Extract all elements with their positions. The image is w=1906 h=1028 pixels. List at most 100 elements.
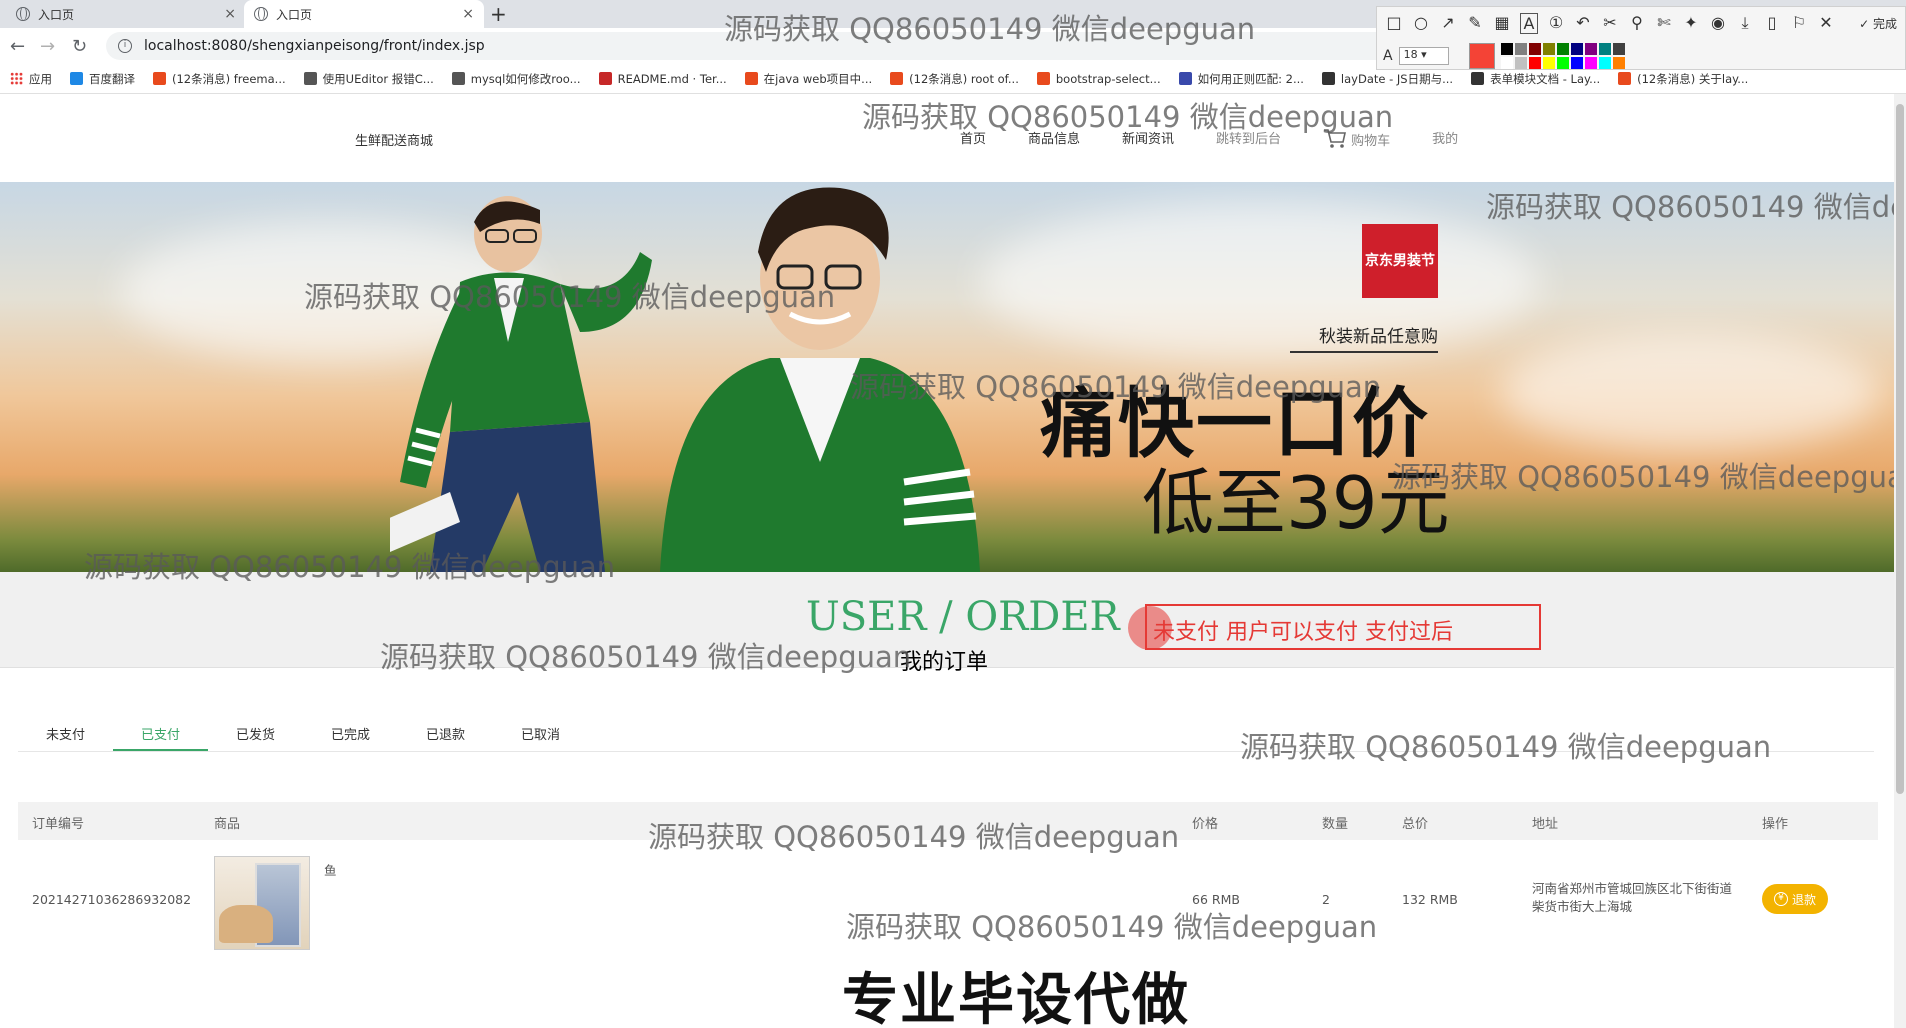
pin-icon[interactable]: ⚲ — [1628, 13, 1646, 34]
color-swatch[interactable] — [1542, 43, 1555, 55]
font-size-select[interactable]: 18 ▾ — [1398, 47, 1449, 65]
annotation-textbox[interactable]: 未支付 用户可以支付 支付过后 — [1145, 604, 1541, 650]
cart-icon — [1324, 129, 1347, 148]
color-swatch[interactable] — [1598, 57, 1611, 69]
current-color-swatch[interactable] — [1468, 43, 1495, 69]
tab-paid[interactable]: 已支付 — [113, 702, 208, 751]
order-qty: 2 — [1322, 892, 1330, 907]
bookmark-item[interactable]: (12条消息) 关于lay... — [1618, 71, 1748, 87]
nav-home[interactable]: 首页 — [960, 128, 986, 150]
bookmark-label: mysql如何修改roo... — [470, 71, 581, 86]
color-swatch[interactable] — [1514, 43, 1527, 55]
nav-products[interactable]: 商品信息 — [1028, 128, 1080, 150]
site-header: 生鲜配送商城 首页 商品信息 新闻资讯 跳转到后台 购物车 我的 — [0, 94, 1906, 182]
bookmark-item[interactable]: 在java web项目中... — [744, 71, 872, 87]
site-logo[interactable]: 生鲜配送商城 — [355, 130, 433, 149]
record-icon[interactable]: ◉ — [1709, 13, 1727, 34]
bookmark-item[interactable]: (12条消息) root of... — [890, 71, 1019, 87]
color-swatch[interactable] — [1612, 57, 1625, 69]
cancel-x-icon[interactable]: ✕ — [1817, 13, 1835, 34]
close-icon[interactable]: × — [224, 6, 236, 22]
color-swatch[interactable] — [1612, 43, 1625, 55]
favicon-icon — [1471, 72, 1485, 85]
bookmark-apps[interactable]: 应用 — [10, 71, 52, 87]
color-swatch[interactable] — [1584, 43, 1597, 55]
undo-icon[interactable]: ↶ — [1574, 13, 1592, 34]
color-swatch[interactable] — [1570, 43, 1583, 55]
done-button[interactable]: ✓ 完成 — [1859, 15, 1897, 32]
color-palette — [1500, 43, 1625, 69]
close-icon[interactable]: × — [462, 6, 474, 22]
reload-icon[interactable]: ↻ — [72, 36, 87, 57]
bookmark-item[interactable]: 百度翻译 — [70, 71, 135, 87]
product-image[interactable] — [214, 856, 310, 950]
nav-cart[interactable]: 购物车 — [1323, 128, 1390, 150]
ellipse-tool-icon[interactable]: ○ — [1412, 13, 1430, 34]
bookmark-item[interactable]: (12条消息) freema... — [153, 71, 286, 87]
bookmark-item[interactable]: mysql如何修改roo... — [451, 71, 581, 87]
bookmark-item[interactable]: bootstrap-select... — [1036, 71, 1161, 86]
color-swatch[interactable] — [1528, 43, 1541, 55]
color-swatch[interactable] — [1542, 57, 1555, 69]
banner-cloud — [980, 202, 1540, 362]
bookmark-item[interactable]: 使用UEditor 报错C... — [303, 71, 434, 87]
bookmark-item[interactable]: 表单模块文档 - Lay... — [1471, 71, 1600, 87]
section-title-band: USER / ORDER 我的订单 未支付 用户可以支付 支付过后 — [0, 572, 1906, 675]
phone-icon[interactable]: ▯ — [1763, 13, 1781, 34]
order-address: 河南省郑州市管城回族区北下街街道柴货市街大上海城 — [1532, 881, 1733, 914]
section-title-en: USER / ORDER — [806, 594, 1120, 640]
info-icon[interactable]: i — [118, 39, 132, 53]
color-swatch[interactable] — [1556, 43, 1569, 55]
tab-cancelled[interactable]: 已取消 — [493, 702, 588, 751]
color-swatch[interactable] — [1528, 57, 1541, 69]
forward-arrow-icon[interactable]: → — [40, 36, 55, 57]
order-status-tabs: 未支付 已支付 已发货 已完成 已退款 已取消 — [18, 702, 1874, 752]
color-swatch[interactable] — [1500, 43, 1513, 55]
browser-tab-active[interactable]: 入口页 × — [244, 0, 484, 28]
new-tab-button[interactable]: + — [490, 2, 507, 26]
tab-completed[interactable]: 已完成 — [303, 702, 398, 751]
back-arrow-icon[interactable]: ← — [10, 36, 25, 57]
crop-icon[interactable]: ✂ — [1601, 13, 1619, 34]
scissors-icon[interactable]: ✄ — [1655, 13, 1673, 34]
color-swatch[interactable] — [1556, 57, 1569, 69]
tab-shipped[interactable]: 已发货 — [208, 702, 303, 751]
color-swatch[interactable] — [1584, 57, 1597, 69]
favicon-icon — [890, 72, 904, 85]
download-icon[interactable]: ⤓ — [1736, 13, 1754, 34]
bookmark-label: bootstrap-select... — [1055, 71, 1161, 86]
tab-refunded[interactable]: 已退款 — [398, 702, 493, 751]
tab-unpaid[interactable]: 未支付 — [18, 702, 113, 751]
magic-icon[interactable]: ✦ — [1682, 13, 1700, 34]
text-tool-icon[interactable]: A — [1520, 13, 1538, 34]
arrow-tool-icon[interactable]: ↗ — [1439, 13, 1457, 34]
product-name[interactable]: 鱼 — [324, 860, 337, 879]
pen-tool-icon[interactable]: ✎ — [1466, 13, 1484, 34]
nav-news[interactable]: 新闻资讯 — [1122, 128, 1174, 150]
bookmark-icon[interactable]: ⚐ — [1790, 13, 1808, 34]
favicon-icon — [451, 72, 465, 85]
nav-admin[interactable]: 跳转到后台 — [1216, 128, 1281, 150]
promo-banner[interactable]: 京东男装节 秋装新品任意购 痛快一口价 低至39元 — [0, 182, 1906, 572]
bookmark-item[interactable]: layDate - JS日期与... — [1321, 71, 1453, 87]
font-size-icon: A — [1383, 48, 1393, 64]
page-scrollbar[interactable] — [1894, 94, 1906, 1028]
promo-caption: 专业毕设代做 — [842, 968, 1190, 1028]
color-swatch[interactable] — [1570, 57, 1583, 69]
color-swatch[interactable] — [1514, 57, 1527, 69]
bookmark-item[interactable]: 如何用正则匹配: 2... — [1178, 71, 1304, 87]
color-swatch[interactable] — [1500, 57, 1513, 69]
favicon-icon — [303, 72, 317, 85]
color-swatch[interactable] — [1598, 43, 1611, 55]
order-price: 66 RMB — [1192, 892, 1240, 907]
browser-tab[interactable]: 入口页 × — [6, 0, 246, 28]
tab-title: 入口页 — [38, 7, 75, 22]
nav-mine[interactable]: 我的 — [1432, 128, 1458, 150]
rectangle-tool-icon[interactable]: □ — [1385, 13, 1403, 34]
mosaic-tool-icon[interactable]: ▦ — [1493, 13, 1511, 34]
refund-button[interactable]: ¥ 退款 — [1762, 884, 1828, 914]
screenshot-toolbar: □ ○ ↗ ✎ ▦ A ① ↶ ✂ ⚲ ✄ ✦ ◉ ⤓ ▯ ⚐ ✕ ✓ 完成 A… — [1376, 6, 1906, 70]
scrollbar-thumb[interactable] — [1896, 104, 1904, 794]
number-tool-icon[interactable]: ① — [1547, 13, 1565, 34]
bookmark-item[interactable]: README.md · Ter... — [598, 72, 727, 86]
